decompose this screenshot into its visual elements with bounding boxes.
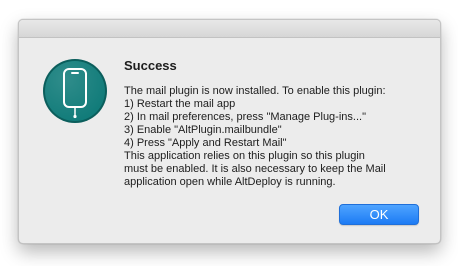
dialog-message: The mail plugin is now installed. To ena… bbox=[124, 85, 429, 189]
message-line: application open while AltDeploy is runn… bbox=[124, 176, 336, 188]
message-line: 2) In mail preferences, press "Manage Pl… bbox=[124, 111, 366, 123]
title-bar[interactable] bbox=[19, 20, 440, 38]
ok-button[interactable]: OK bbox=[339, 204, 419, 225]
message-line: 4) Press "Apply and Restart Mail" bbox=[124, 137, 287, 149]
dialog-content: Success The mail plugin is now installed… bbox=[124, 58, 429, 189]
message-line: must be enabled. It is also necessary to… bbox=[124, 163, 386, 175]
message-line: This application relies on this plugin s… bbox=[124, 150, 365, 162]
message-line: The mail plugin is now installed. To ena… bbox=[124, 85, 386, 97]
message-line: 3) Enable "AltPlugin.mailbundle" bbox=[124, 124, 282, 136]
alert-dialog: Success The mail plugin is now installed… bbox=[18, 19, 441, 244]
phone-icon bbox=[42, 58, 108, 124]
dialog-title: Success bbox=[124, 58, 177, 73]
message-line: 1) Restart the mail app bbox=[124, 98, 236, 110]
